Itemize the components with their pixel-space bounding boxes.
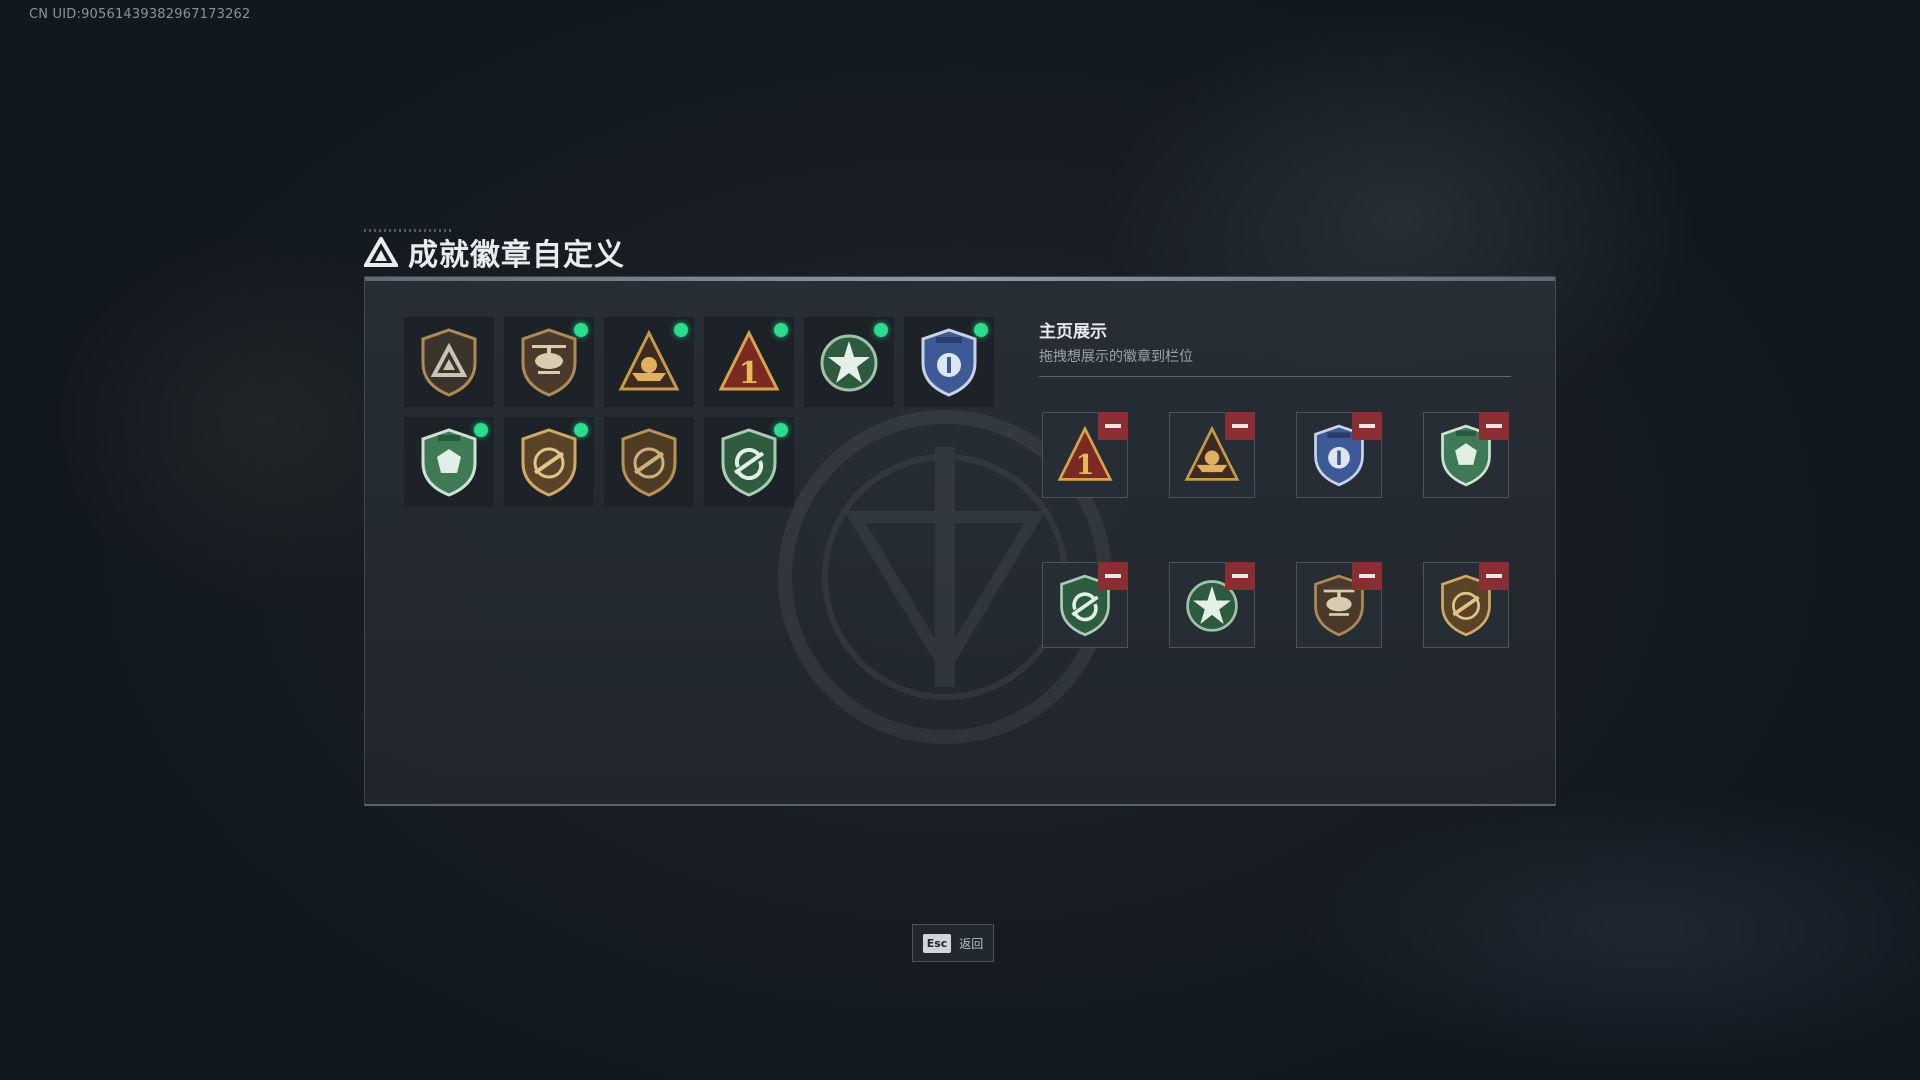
- badge-slot[interactable]: [504, 317, 594, 407]
- svg-text:1: 1: [739, 356, 760, 391]
- remove-badge-button[interactable]: [1479, 562, 1509, 590]
- showcase-slot[interactable]: [1423, 562, 1509, 648]
- new-indicator-dot: [474, 423, 488, 437]
- badge-slot[interactable]: 1: [704, 317, 794, 407]
- green-recycle-shield-badge-icon: [721, 428, 777, 497]
- showcase-subtitle: 拖拽想展示的徽章到栏位: [1039, 349, 1193, 365]
- remove-badge-button[interactable]: [1098, 562, 1128, 590]
- badge-slot[interactable]: [604, 317, 694, 407]
- minus-icon: [1359, 424, 1375, 428]
- minus-icon: [1486, 424, 1502, 428]
- badge-slot[interactable]: [404, 417, 494, 507]
- minus-icon: [1232, 424, 1248, 428]
- badge-slot[interactable]: [804, 317, 894, 407]
- showcase-divider: [1039, 376, 1511, 377]
- remove-badge-button[interactable]: [1352, 412, 1382, 440]
- green-star-wings-badge-icon: [820, 334, 878, 392]
- badge-slot[interactable]: [704, 417, 794, 507]
- badge-slot[interactable]: [904, 317, 994, 407]
- bronze-triangle-badge-icon: [421, 328, 477, 397]
- panel-top-bar: [365, 277, 1555, 281]
- game-logo-icon: [364, 237, 398, 267]
- remove-badge-button[interactable]: [1352, 562, 1382, 590]
- bronze-rifle-shield-alt-badge-icon: [621, 428, 677, 497]
- showcase-slot[interactable]: 1: [1042, 412, 1128, 498]
- svg-text:1: 1: [1076, 450, 1095, 481]
- badge-slot[interactable]: [504, 417, 594, 507]
- showcase-slots-grid: 1: [1042, 412, 1509, 648]
- number-1-triangle-badge-icon: 1: [718, 329, 780, 391]
- badge-customize-panel: 1 主页展示 拖拽想展示的徽章到栏位 1: [364, 276, 1556, 806]
- back-button[interactable]: Esc 返回: [912, 924, 994, 962]
- badge-collection-grid: 1: [404, 317, 1004, 507]
- green-gem-shield-badge-icon: [421, 428, 477, 497]
- new-indicator-dot: [974, 323, 988, 337]
- remove-badge-button[interactable]: [1225, 562, 1255, 590]
- helicopter-badge-icon: [521, 328, 577, 397]
- showcase-slot[interactable]: [1296, 412, 1382, 498]
- uid-label: CN UID:9056143938296​7173262: [29, 7, 251, 22]
- blue-police-shield-badge-icon: [921, 328, 977, 397]
- panel-bottom-bar: [365, 804, 1555, 806]
- esc-key-hint: Esc: [922, 933, 952, 953]
- new-indicator-dot: [674, 323, 688, 337]
- showcase-slot[interactable]: [1169, 562, 1255, 648]
- minus-icon: [1486, 574, 1502, 578]
- minus-icon: [1105, 574, 1121, 578]
- homepage-showcase: 主页展示 拖拽想展示的徽章到栏位 1: [1039, 317, 1511, 648]
- remove-badge-button[interactable]: [1098, 412, 1128, 440]
- new-indicator-dot: [874, 323, 888, 337]
- new-indicator-dot: [774, 323, 788, 337]
- badge-slot[interactable]: [604, 417, 694, 507]
- ship-triangle-badge-icon: [618, 329, 680, 391]
- showcase-slot[interactable]: [1169, 412, 1255, 498]
- minus-icon: [1105, 424, 1121, 428]
- new-indicator-dot: [774, 423, 788, 437]
- back-label: 返回: [959, 936, 984, 951]
- remove-badge-button[interactable]: [1479, 412, 1509, 440]
- minus-icon: [1359, 574, 1375, 578]
- badge-slot[interactable]: [404, 317, 494, 407]
- showcase-slot[interactable]: [1296, 562, 1382, 648]
- remove-badge-button[interactable]: [1225, 412, 1255, 440]
- new-indicator-dot: [574, 323, 588, 337]
- page-title: 成就徽章自定义: [408, 238, 625, 273]
- showcase-slot[interactable]: [1423, 412, 1509, 498]
- showcase-title: 主页展示: [1039, 322, 1107, 342]
- page-header: 成就徽章自定义: [364, 232, 625, 273]
- minus-icon: [1232, 574, 1248, 578]
- showcase-slot[interactable]: [1042, 562, 1128, 648]
- bronze-rifle-shield-badge-icon: [521, 428, 577, 497]
- new-indicator-dot: [574, 423, 588, 437]
